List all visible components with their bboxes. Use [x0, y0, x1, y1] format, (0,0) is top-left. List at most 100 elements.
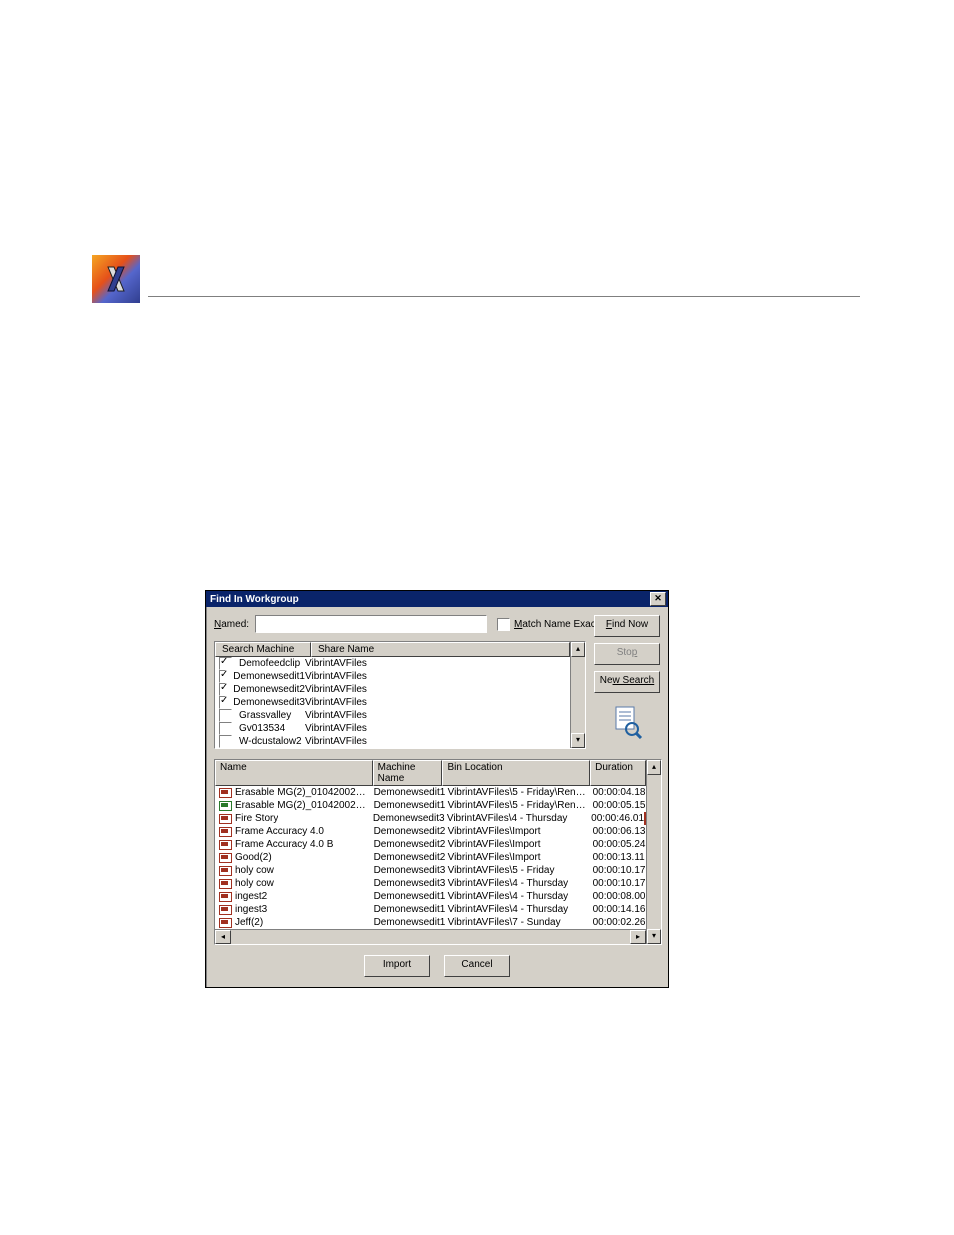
search-input[interactable] [255, 615, 487, 633]
import-button[interactable]: Import [364, 955, 430, 977]
cancel-button[interactable]: Cancel [444, 955, 510, 977]
machine-scrollbar[interactable]: ▴ ▾ [570, 642, 585, 748]
result-bin: VibrintAVFiles\4 - Thursday [444, 891, 589, 902]
scroll-down-icon[interactable]: ▾ [647, 929, 661, 944]
result-name: Erasable MG(2)_010420021757432... [235, 800, 370, 811]
results-header-bin[interactable]: Bin Location [442, 760, 590, 786]
results-list: Name Machine Name Bin Location Duration … [214, 759, 662, 945]
results-header-duration[interactable]: Duration [590, 760, 646, 786]
result-row[interactable]: holy cowDemonewsedit3VibrintAVFiles\5 - … [215, 864, 646, 877]
scroll-right-icon[interactable]: ▸ [630, 930, 646, 944]
result-name: holy cow [235, 878, 274, 889]
clip-icon [219, 788, 232, 798]
result-bin: VibrintAVFiles\Import [444, 839, 589, 850]
title-bar[interactable]: Find In Workgroup ✕ [206, 591, 668, 607]
result-duration: 00:00:04.18 [589, 787, 646, 798]
match-name-exactly-checkbox[interactable] [497, 618, 510, 631]
result-machine: Demonewsedit1 [370, 891, 444, 902]
result-row[interactable]: Frame Accuracy 4.0 BDemonewsedit2Vibrint… [215, 838, 646, 851]
find-now-button[interactable]: Find Now [594, 615, 660, 637]
search-document-icon [594, 705, 660, 742]
result-duration: 00:00:02.26 [589, 917, 646, 928]
result-machine: Demonewsedit3 [370, 865, 444, 876]
machine-row[interactable]: Demonewsedit1VibrintAVFiles [215, 670, 570, 683]
result-machine: Demonewsedit1 [370, 904, 444, 915]
machine-share: VibrintAVFiles [305, 658, 566, 669]
result-row[interactable]: Frame Accuracy 4.0Demonewsedit2VibrintAV… [215, 825, 646, 838]
machine-name: W-dcustalow2 [239, 736, 302, 747]
result-row[interactable]: holy cowDemonewsedit3VibrintAVFiles\4 - … [215, 877, 646, 890]
results-header-name[interactable]: Name [215, 760, 373, 786]
result-row[interactable]: Erasable MG(2)_010420021757432...Demonew… [215, 799, 646, 812]
machine-share: VibrintAVFiles [305, 710, 566, 721]
result-row[interactable]: Good(2)Demonewsedit2VibrintAVFiles\Impor… [215, 851, 646, 864]
result-bin: VibrintAVFiles\4 - Thursday [444, 878, 589, 889]
close-icon[interactable]: ✕ [650, 592, 666, 606]
result-bin: VibrintAVFiles\Import [444, 826, 589, 837]
result-duration: 00:00:46.01 [587, 813, 646, 824]
result-duration: 00:00:08.00 [589, 891, 646, 902]
machine-name: Demofeedclip [239, 658, 300, 669]
result-row[interactable]: ingest2 Demonewsedit1VibrintAVFiles\4 - T… [215, 890, 646, 903]
result-duration: 00:00:10.17 [589, 865, 646, 876]
result-name: Good(2) [235, 852, 272, 863]
clip-icon [219, 827, 232, 837]
find-in-workgroup-dialog: Find In Workgroup ✕ Find Now Stop New Se… [205, 590, 669, 988]
result-bin: VibrintAVFiles\5 - Friday\Rendered Cli..… [444, 800, 589, 811]
machine-checkbox[interactable] [219, 709, 232, 722]
scroll-up-icon[interactable]: ▴ [571, 642, 585, 657]
machine-header-search[interactable]: Search Machine [215, 642, 311, 657]
result-duration: 00:00:06.13 [589, 826, 646, 837]
clip-icon [219, 840, 232, 850]
result-machine: Demonewsedit2 [370, 826, 444, 837]
results-v-scrollbar[interactable]: ▴ ▾ [646, 760, 661, 944]
machine-row[interactable]: Demonewsedit3VibrintAVFiles [215, 696, 570, 709]
machine-share: VibrintAVFiles [305, 671, 566, 682]
machine-share: VibrintAVFiles [305, 684, 566, 695]
machine-row[interactable]: Demofeedclip VibrintAVFiles [215, 657, 570, 670]
machine-row[interactable]: GrassvalleyVibrintAVFiles [215, 709, 570, 722]
machine-name: Gv013534 [239, 723, 285, 734]
machine-checkbox[interactable] [219, 735, 232, 748]
machine-checkbox[interactable] [219, 696, 226, 709]
result-name: Frame Accuracy 4.0 B [235, 839, 333, 850]
machine-name: Demonewsedit2 [233, 684, 305, 695]
clip-icon [219, 918, 232, 928]
result-row[interactable]: Erasable MG(2)_010420021757252...Demonew… [215, 786, 646, 799]
result-machine: Demonewsedit1 [370, 787, 444, 798]
machine-checkbox[interactable] [219, 722, 232, 735]
machine-row[interactable]: W-dcustalow2VibrintAVFiles [215, 735, 570, 748]
scroll-left-icon[interactable]: ◂ [215, 930, 231, 944]
machine-row[interactable]: Demonewsedit2VibrintAVFiles [215, 683, 570, 696]
machine-share: VibrintAVFiles [305, 736, 566, 747]
match-name-exactly-label: Match Name Exactly [514, 619, 606, 630]
dialog-title: Find In Workgroup [210, 594, 299, 605]
named-label: Named: [214, 619, 249, 630]
scroll-down-icon[interactable]: ▾ [571, 733, 585, 748]
results-h-scrollbar[interactable]: ◂ ▸ [215, 929, 646, 944]
clip-icon [219, 892, 232, 902]
result-row[interactable]: Fire StoryDemonewsedit3VibrintAVFiles\4 … [215, 812, 646, 825]
machine-name: Demonewsedit1 [233, 671, 305, 682]
result-name: ingest2 [235, 891, 267, 902]
machine-share: VibrintAVFiles [305, 723, 566, 734]
scroll-up-icon[interactable]: ▴ [647, 760, 661, 775]
result-machine: Demonewsedit1 [370, 917, 444, 928]
clip-icon [219, 866, 232, 876]
result-name: Jeff(2) [235, 917, 263, 928]
machine-share: VibrintAVFiles [305, 697, 566, 708]
result-duration: 00:00:05.24 [589, 839, 646, 850]
machine-list: Search Machine Share Name Demofeedclip Vi… [214, 641, 586, 749]
result-machine: Demonewsedit2 [370, 852, 444, 863]
result-bin: VibrintAVFiles\4 - Thursday [443, 813, 587, 824]
stop-button: Stop [594, 643, 660, 665]
result-duration: 00:00:13.11 [589, 852, 646, 863]
clip-icon [219, 853, 232, 863]
result-row[interactable]: Jeff(2)Demonewsedit1VibrintAVFiles\7 - S… [215, 916, 646, 929]
machine-header-share[interactable]: Share Name [311, 642, 570, 657]
result-row[interactable]: ingest3Demonewsedit1VibrintAVFiles\4 - T… [215, 903, 646, 916]
result-duration: 00:00:05.15 [589, 800, 646, 811]
results-header-machine[interactable]: Machine Name [373, 760, 443, 786]
new-search-button[interactable]: New Search [594, 671, 660, 693]
machine-row[interactable]: Gv013534 VibrintAVFiles [215, 722, 570, 735]
